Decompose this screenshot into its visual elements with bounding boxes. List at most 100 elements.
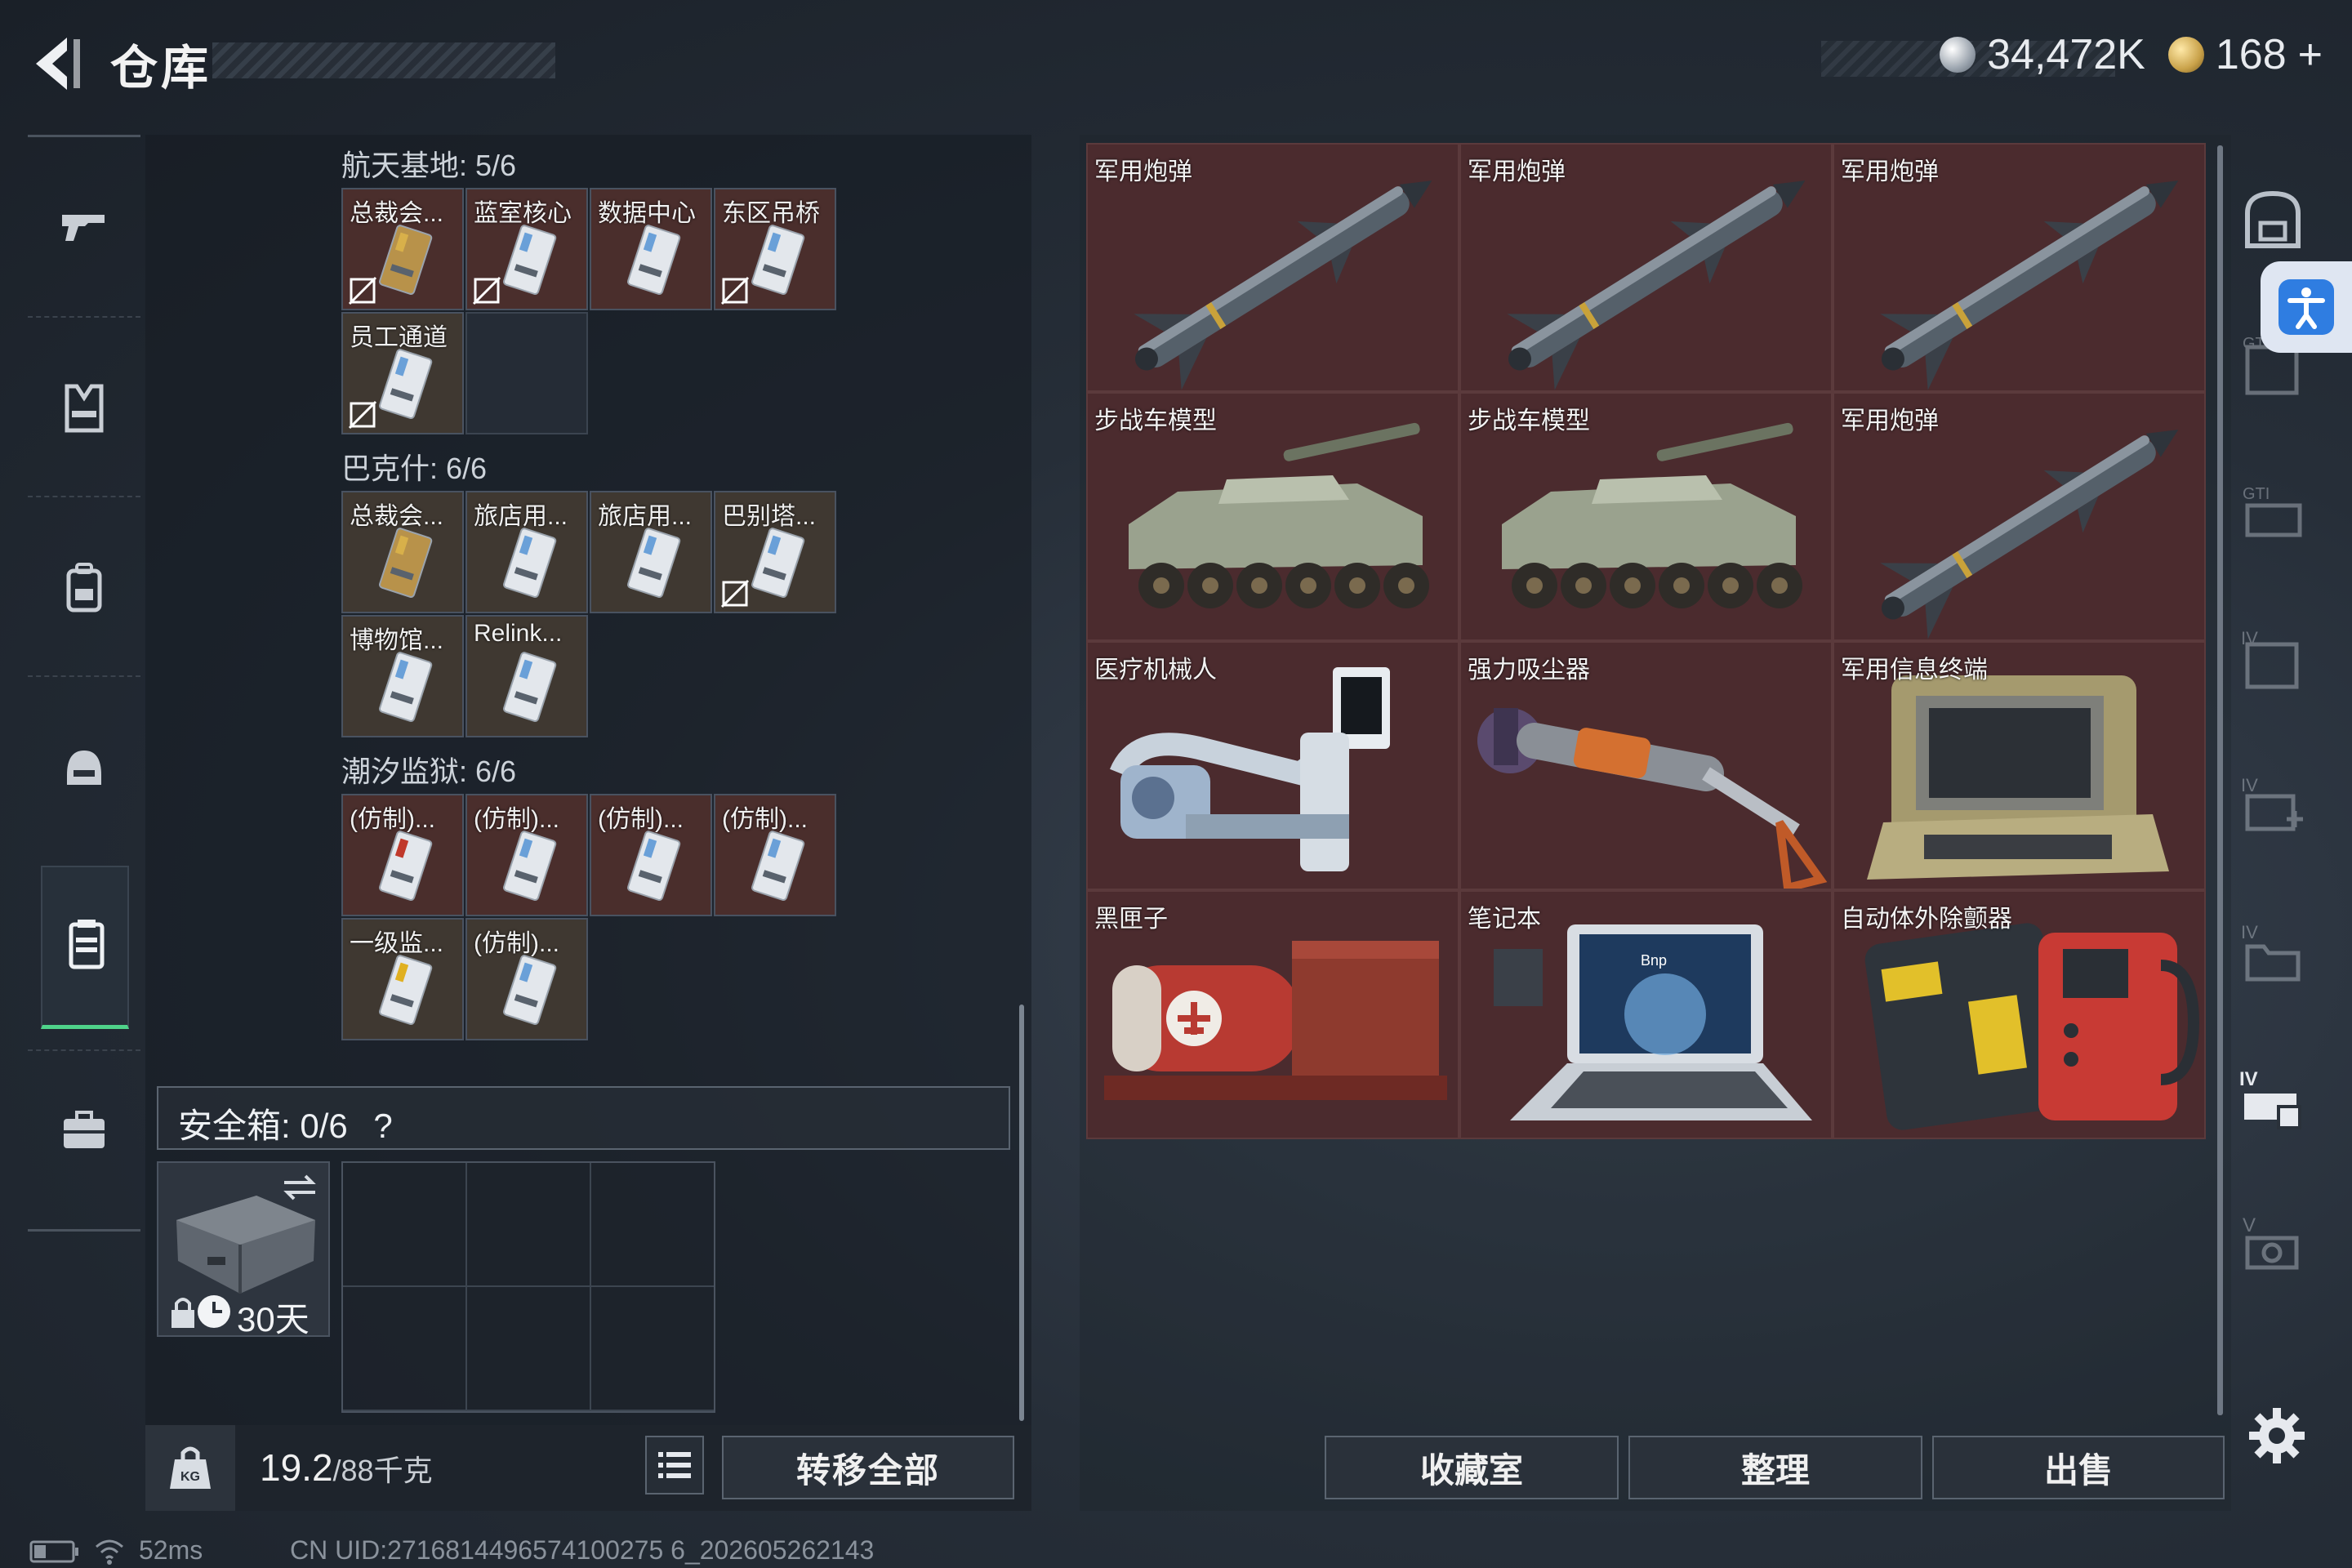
storage-item-aed[interactable]: 自动体外除颤器: [1833, 890, 2206, 1139]
nav-divider: [28, 1049, 140, 1051]
ping-value: 52ms: [139, 1535, 203, 1565]
storage-item-blackbox[interactable]: 黑匣子: [1086, 890, 1459, 1139]
storage-item-missile[interactable]: 军用炮弹: [1833, 392, 2206, 641]
keycard-slot[interactable]: (仿制)...: [466, 918, 588, 1040]
currency-gold-amount: 168: [2215, 31, 2287, 78]
transfer-all-button[interactable]: 转移全部: [722, 1436, 1014, 1499]
sell-button[interactable]: 出售: [1932, 1436, 2225, 1499]
svg-text:IV: IV: [2241, 922, 2258, 942]
svg-text:IV: IV: [2239, 1068, 2258, 1090]
unmarked-icon: [720, 276, 750, 305]
storage-item-missile[interactable]: 军用炮弹: [1086, 143, 1459, 392]
storage-item-name: 笔记本: [1468, 906, 1541, 933]
unmarked-icon: [720, 579, 750, 608]
keycard-slot[interactable]: (仿制)...: [466, 794, 588, 916]
keycard-slot[interactable]: (仿制)...: [590, 794, 712, 916]
svg-text:GTI: GTI: [2243, 485, 2270, 503]
keycard-group-title: 潮汐监狱: 6/6: [341, 755, 517, 788]
keycard-image: [378, 652, 433, 722]
keycard-slot[interactable]: 蓝室核心: [466, 188, 588, 310]
storage-item-name: 强力吸尘器: [1468, 657, 1590, 684]
settings-button[interactable]: [2246, 1405, 2308, 1467]
storage-item-laptop[interactable]: Bnp 笔记本: [1459, 890, 1833, 1139]
nav-keycards-tab[interactable]: [41, 866, 129, 1029]
keycard-group-title: 巴克什: 6/6: [341, 452, 488, 485]
storage-item-missile[interactable]: 军用炮弹: [1833, 143, 2206, 392]
safe-box-title: 安全箱: 0/6 ?: [178, 1098, 393, 1148]
nav-divider: [28, 135, 140, 137]
keycard-image: [502, 528, 557, 598]
nav-cases-tab[interactable]: [56, 1102, 113, 1160]
nav-armor-tab[interactable]: [56, 380, 113, 437]
list-view-button[interactable]: [645, 1436, 704, 1494]
keycard-image: [751, 225, 805, 295]
accessibility-button[interactable]: [2261, 261, 2352, 353]
status-bar: 52ms: [29, 1535, 203, 1566]
keycard-slot[interactable]: 东区吊桥: [714, 188, 836, 310]
storage-page-4-tab[interactable]: IV: [2236, 625, 2310, 698]
empty-slot[interactable]: [466, 312, 588, 434]
carry-weight-max: /88千克: [332, 1454, 433, 1487]
storage-item-name: 军用炮弹: [1094, 158, 1192, 185]
storage-page-5-tab[interactable]: IV: [2236, 772, 2310, 845]
weight-icon: KG: [170, 1446, 211, 1489]
storage-item-robot[interactable]: 医疗机械人: [1086, 641, 1459, 890]
storage-page-6-tab[interactable]: IV: [2236, 919, 2310, 992]
gear-icon: [2249, 1408, 2305, 1463]
battery-icon: [29, 1540, 78, 1562]
keycard-image: [378, 831, 433, 901]
keycard-case-icon: [69, 920, 105, 969]
storage-item-terminal[interactable]: 军用信息终端: [1833, 641, 2206, 890]
folder-icon: IV: [2241, 922, 2301, 982]
swap-icon: [283, 1174, 316, 1200]
keycard-image: [751, 831, 805, 901]
storage-page-8-tab[interactable]: V: [2236, 1209, 2310, 1282]
svg-text:IV: IV: [2241, 775, 2258, 795]
storage-scrollbar[interactable]: [2217, 145, 2223, 1415]
nav-helmet-tab[interactable]: [56, 739, 113, 796]
keycard-group-title: 航天基地: 5/6: [341, 149, 517, 182]
keycard-slot[interactable]: 旅店用...: [466, 491, 588, 613]
nav-backpack-tab[interactable]: [56, 559, 113, 617]
keycard-slot[interactable]: 总裁会...: [341, 188, 464, 310]
storage-crate-icon: IV: [2239, 1068, 2301, 1129]
keycard-slot[interactable]: 一级监...: [341, 918, 464, 1040]
keycard-panel-scrollbar[interactable]: [1019, 1004, 1024, 1421]
storage-item-name: 军用信息终端: [1841, 657, 1988, 684]
weight-lock-button[interactable]: KG: [145, 1425, 235, 1511]
safe-box-help-button[interactable]: ?: [373, 1107, 392, 1145]
storage-page-3-tab[interactable]: GTI: [2236, 478, 2310, 551]
keycard-image: [502, 652, 557, 722]
back-button[interactable]: [24, 31, 90, 96]
storage-item-missile[interactable]: 军用炮弹: [1459, 143, 1833, 392]
keycard-slot[interactable]: 巴别塔...: [714, 491, 836, 613]
storage-page-7-tab[interactable]: IV: [2236, 1066, 2310, 1139]
keycard-slot[interactable]: (仿制)...: [714, 794, 836, 916]
storage-page-1-tab[interactable]: [2236, 184, 2310, 257]
collection-room-button[interactable]: 收藏室: [1325, 1436, 1619, 1499]
nav-weapons-tab[interactable]: [56, 198, 113, 256]
unmarked-icon: [472, 276, 501, 305]
list-icon: [658, 1452, 691, 1478]
keycard-slot[interactable]: 总裁会...: [341, 491, 464, 613]
keycard-slot[interactable]: (仿制)...: [341, 794, 464, 916]
storage-item-name: 军用炮弹: [1841, 408, 1939, 434]
keycard-slot[interactable]: 数据中心: [590, 188, 712, 310]
keycard-slot[interactable]: 旅店用...: [590, 491, 712, 613]
unmarked-icon: [348, 276, 377, 305]
silver-coin-icon: [1940, 37, 1976, 73]
safe-box-grid[interactable]: [341, 1161, 715, 1413]
storage-item-vacuum[interactable]: 强力吸尘器: [1459, 641, 1833, 890]
briefcase-icon: [64, 1111, 105, 1148]
keycard-slot[interactable]: 员工通道: [341, 312, 464, 434]
storage-item-name: 军用炮弹: [1468, 158, 1566, 185]
safe-box-case-slot[interactable]: 30天: [157, 1161, 330, 1339]
storage-box-icon: GTI: [2243, 485, 2302, 537]
keycard-slot[interactable]: 博物馆...: [341, 615, 464, 737]
keycard-image: [378, 225, 433, 295]
keycard-slot[interactable]: Relink...: [466, 615, 588, 737]
storage-item-apc[interactable]: 步战车模型: [1459, 392, 1833, 641]
sort-button[interactable]: 整理: [1628, 1436, 1922, 1499]
storage-item-apc[interactable]: 步战车模型: [1086, 392, 1459, 641]
add-currency-button[interactable]: +: [2298, 30, 2323, 79]
